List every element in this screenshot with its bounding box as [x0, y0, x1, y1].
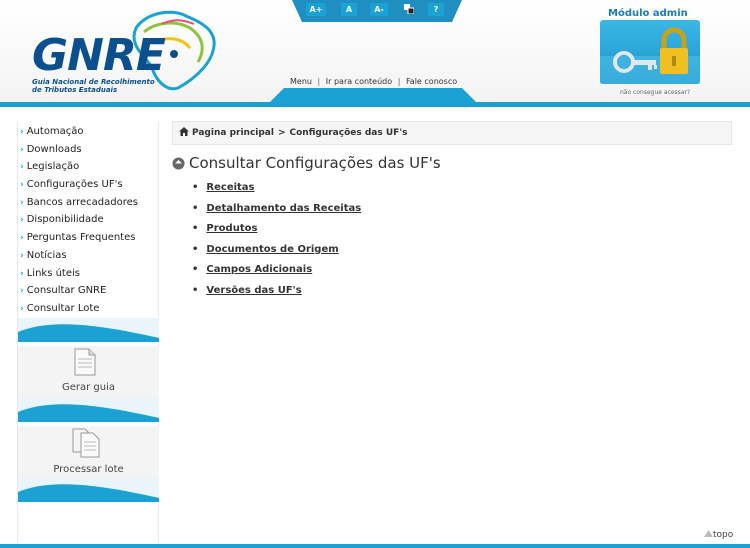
logo-subtitle-line2: de Tributos Estaduais — [32, 86, 118, 94]
list-item: • Documentos de Origem — [192, 242, 361, 263]
bullet: • — [192, 182, 199, 193]
sidebar-item-label: Disponibilidade — [26, 214, 104, 226]
site-header: GNRE Guia Nacional de Recolhimento de Tr… — [0, 0, 750, 104]
breadcrumb: Pagina principal > Configurações das UF's — [172, 121, 732, 145]
produtos-link[interactable]: Produtos — [206, 223, 257, 234]
sidebar-item-label: Consultar Lote — [26, 302, 100, 314]
wave-divider — [18, 398, 159, 422]
sidebar-item-disponibilidade[interactable]: › Disponibilidade — [18, 211, 158, 229]
chevron-right-icon: › — [20, 127, 24, 137]
list-item: • Versões das UF's — [192, 283, 361, 304]
bullet: • — [192, 264, 199, 275]
breadcrumb-current: Configurações das UF's — [289, 128, 408, 138]
admin-login-button[interactable] — [600, 20, 700, 84]
logo-subtitle-line1: Guia Nacional de Recolhimento — [32, 78, 155, 86]
processar-lote-panel[interactable]: Processar lote — [18, 426, 159, 502]
bullet: • — [192, 202, 199, 214]
home-icon[interactable] — [179, 127, 189, 136]
top-links: Menu | Ir para conteúdo | Fale conosco — [290, 77, 457, 86]
gear-icon — [172, 157, 185, 170]
separator: | — [317, 77, 321, 86]
help-button[interactable]: ? — [428, 3, 444, 16]
versoes-ufs-link[interactable]: Versões das UF's — [206, 285, 301, 296]
sidebar-item-label: Automação — [26, 126, 84, 137]
list-item: • Receitas — [192, 180, 361, 201]
processar-lote-label: Processar lote — [53, 464, 124, 475]
chevron-right-icon: › — [20, 197, 24, 208]
chevron-right-icon: › — [20, 162, 24, 173]
chevron-right-icon: › — [20, 268, 24, 279]
chevron-right-icon: › — [20, 286, 24, 297]
logo-subtitle: Guia Nacional de Recolhimento de Tributo… — [32, 78, 172, 94]
list-item: • Detalhamento das Receitas — [192, 201, 361, 222]
gerar-guia-panel[interactable]: Gerar guia — [18, 346, 159, 422]
sidebar-item-bancos[interactable]: › Bancos arrecadadores — [18, 194, 158, 212]
contact-link[interactable]: Fale conosco — [406, 77, 457, 86]
admin-module-title: Módulo admin — [608, 8, 688, 19]
back-to-top-label: topo — [713, 530, 734, 540]
sidebar-item-perguntas[interactable]: › Perguntas Frequentes — [18, 229, 158, 247]
breadcrumb-separator: > — [277, 128, 286, 138]
page-title-text: Consultar Configurações das UF's — [189, 154, 441, 172]
document-icon — [74, 348, 96, 376]
sidebar-item-label: Consultar GNRE — [26, 285, 107, 297]
sidebar-item-links[interactable]: › Links úteis — [18, 265, 158, 283]
chevron-right-icon: › — [20, 303, 24, 314]
bullet: • — [192, 223, 199, 234]
sidebar-item-consultar-lote[interactable]: › Consultar Lote — [18, 300, 158, 318]
gnre-logo[interactable]: GNRE Guia Nacional de Recolhimento de Tr… — [28, 8, 218, 96]
sidebar-item-downloads[interactable]: › Downloads — [18, 141, 158, 159]
back-to-top-link[interactable]: topo — [704, 530, 733, 540]
page-title: Consultar Configurações das UF's — [172, 154, 441, 172]
gerar-guia-label: Gerar guia — [61, 382, 116, 393]
chevron-right-icon: › — [20, 250, 24, 261]
bullet: • — [192, 243, 199, 255]
chevron-right-icon: › — [20, 144, 24, 155]
logo-wordmark: GNRE — [32, 30, 166, 81]
sidebar-item-noticias[interactable]: › Notícias — [18, 247, 158, 265]
contrast-button[interactable] — [402, 3, 416, 16]
sidebar-item-label: Notícias — [26, 249, 67, 261]
documents-icon — [72, 428, 100, 458]
config-links: • Receitas • Detalhamento das Receitas • Pr… — [192, 180, 361, 303]
sidebar-item-label: Configurações UF's — [26, 179, 123, 191]
list-item: • Campos Adicionais — [192, 262, 361, 283]
menu-link[interactable]: Menu — [290, 77, 312, 86]
footer-bar — [0, 544, 750, 548]
key-lock-icon — [600, 27, 700, 84]
chevron-right-icon: › — [20, 180, 24, 191]
font-decrease-button[interactable]: A- — [370, 3, 388, 16]
receitas-link[interactable]: Receitas — [206, 182, 254, 193]
detalhamento-receitas-link[interactable]: Detalhamento das Receitas — [206, 203, 361, 214]
separator: | — [397, 77, 401, 86]
font-normal-button[interactable]: A — [341, 3, 357, 16]
sidebar-item-label: Downloads — [26, 143, 82, 155]
admin-help-link[interactable]: não consegue acessar? — [620, 89, 690, 96]
documentos-origem-link[interactable]: Documentos de Origem — [206, 244, 338, 255]
header-divider — [0, 102, 750, 107]
sidebar: › Automação › Downloads › Legislação › Confi… — [17, 122, 159, 548]
chevron-right-icon: › — [20, 215, 24, 226]
sidebar-item-legislacao[interactable]: › Legislação — [18, 158, 158, 176]
wave-divider — [18, 318, 159, 342]
bullet: • — [192, 284, 199, 296]
sidebar-item-configuracoes[interactable]: › Configurações UF's — [18, 176, 158, 194]
sidebar-item-label: Legislação — [26, 161, 80, 173]
sidebar-nav: › Automação › Downloads › Legislação › Confi… — [18, 122, 158, 318]
list-item: • Produtos — [192, 221, 361, 242]
contrast-icon — [404, 4, 415, 15]
sidebar-item-label: Bancos arrecadadores — [26, 196, 138, 208]
sidebar-item-consultar-gnre[interactable]: › Consultar GNRE — [18, 282, 158, 300]
sidebar-item-label: Perguntas Frequentes — [26, 232, 136, 244]
sidebar-item-automacao[interactable]: › Automação — [18, 123, 158, 141]
breadcrumb-home-link[interactable]: Pagina principal — [192, 128, 274, 138]
sidebar-item-label: Links úteis — [26, 267, 80, 279]
campos-adicionais-link[interactable]: Campos Adicionais — [206, 264, 312, 275]
arrow-up-icon — [704, 530, 713, 537]
font-increase-button[interactable]: A+ — [306, 3, 326, 16]
chevron-right-icon: › — [20, 233, 24, 244]
wave-divider — [18, 478, 159, 502]
skip-to-content-link[interactable]: Ir para conteúdo — [326, 77, 392, 86]
